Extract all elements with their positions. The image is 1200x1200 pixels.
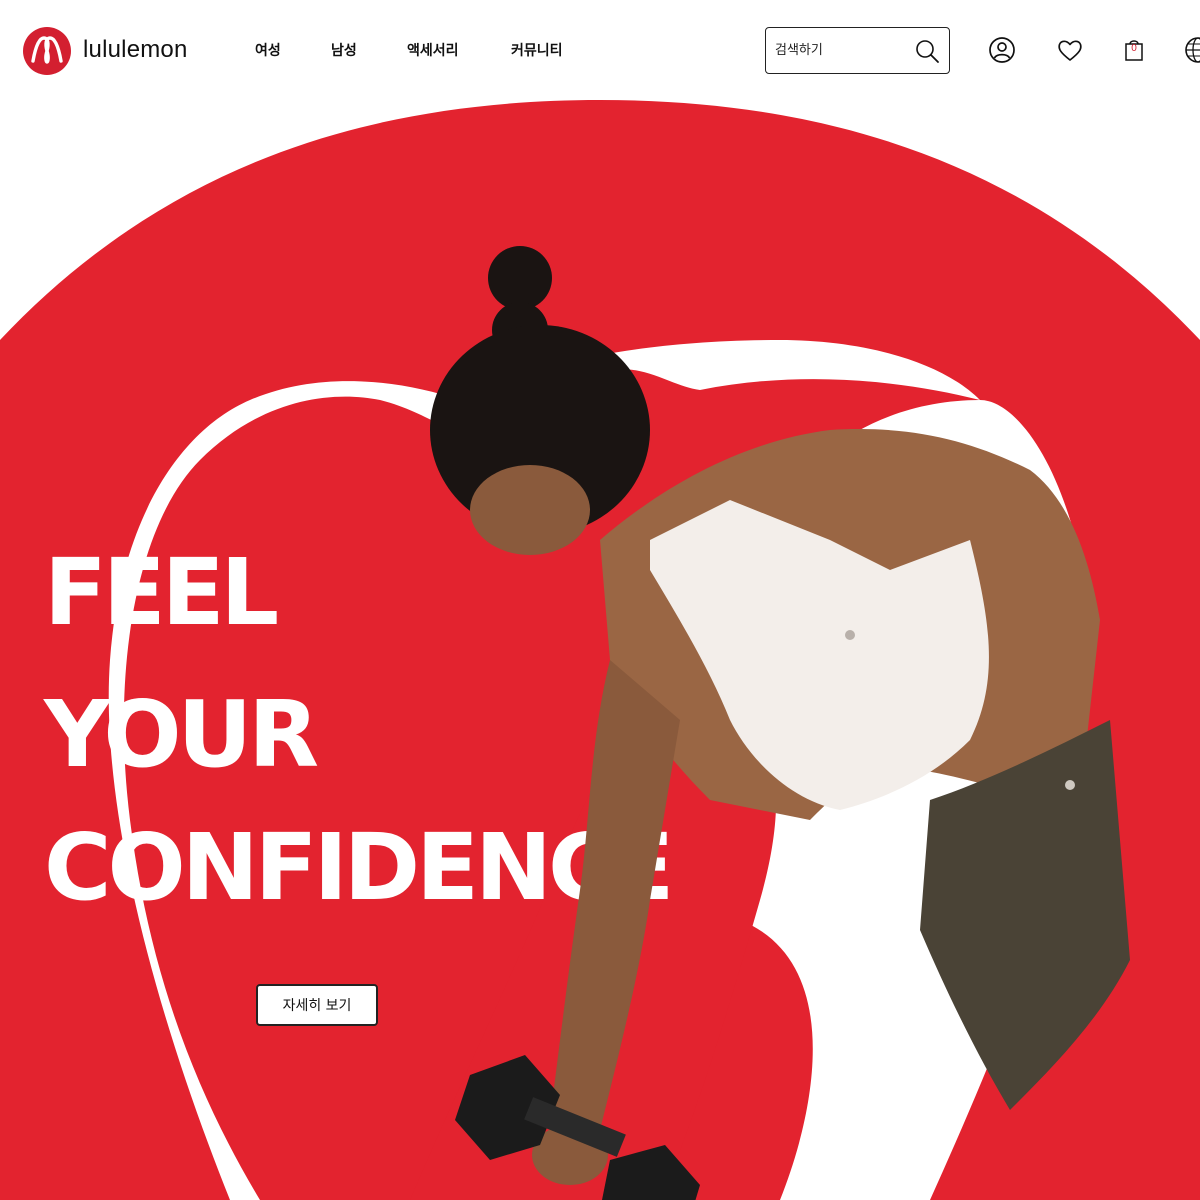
nav-item-women[interactable]: 여성 — [255, 40, 281, 60]
shopping-bag-button[interactable]: 0 — [1120, 36, 1148, 64]
athlete-photo — [430, 246, 1130, 1200]
search-input[interactable] — [775, 38, 910, 62]
globe-icon[interactable] — [1184, 36, 1200, 64]
hero-banner: FEEL YOUR CONFIDENCE 자세히 보기 — [0, 100, 1200, 1200]
learn-more-button[interactable]: 자세히 보기 — [256, 984, 378, 1026]
search-box — [765, 27, 950, 74]
search-icon[interactable] — [914, 38, 940, 64]
hero-headline-line1: FEEL — [44, 539, 279, 646]
nav-item-men[interactable]: 남성 — [331, 40, 357, 60]
hero-headline-line2: YOUR — [44, 681, 319, 788]
nav-item-accessories[interactable]: 액세서리 — [407, 40, 459, 60]
heart-icon[interactable] — [1056, 36, 1084, 64]
brand-wordmark[interactable]: lululemon — [83, 36, 188, 64]
cart-count-badge: 0 — [1131, 43, 1137, 54]
account-icon[interactable] — [988, 36, 1016, 64]
nav-item-community[interactable]: 커뮤니티 — [511, 40, 563, 60]
lululemon-logo-icon[interactable] — [22, 26, 72, 76]
site-header: lululemon 여성 남성 액세서리 커뮤니티 0 — [0, 0, 1200, 100]
